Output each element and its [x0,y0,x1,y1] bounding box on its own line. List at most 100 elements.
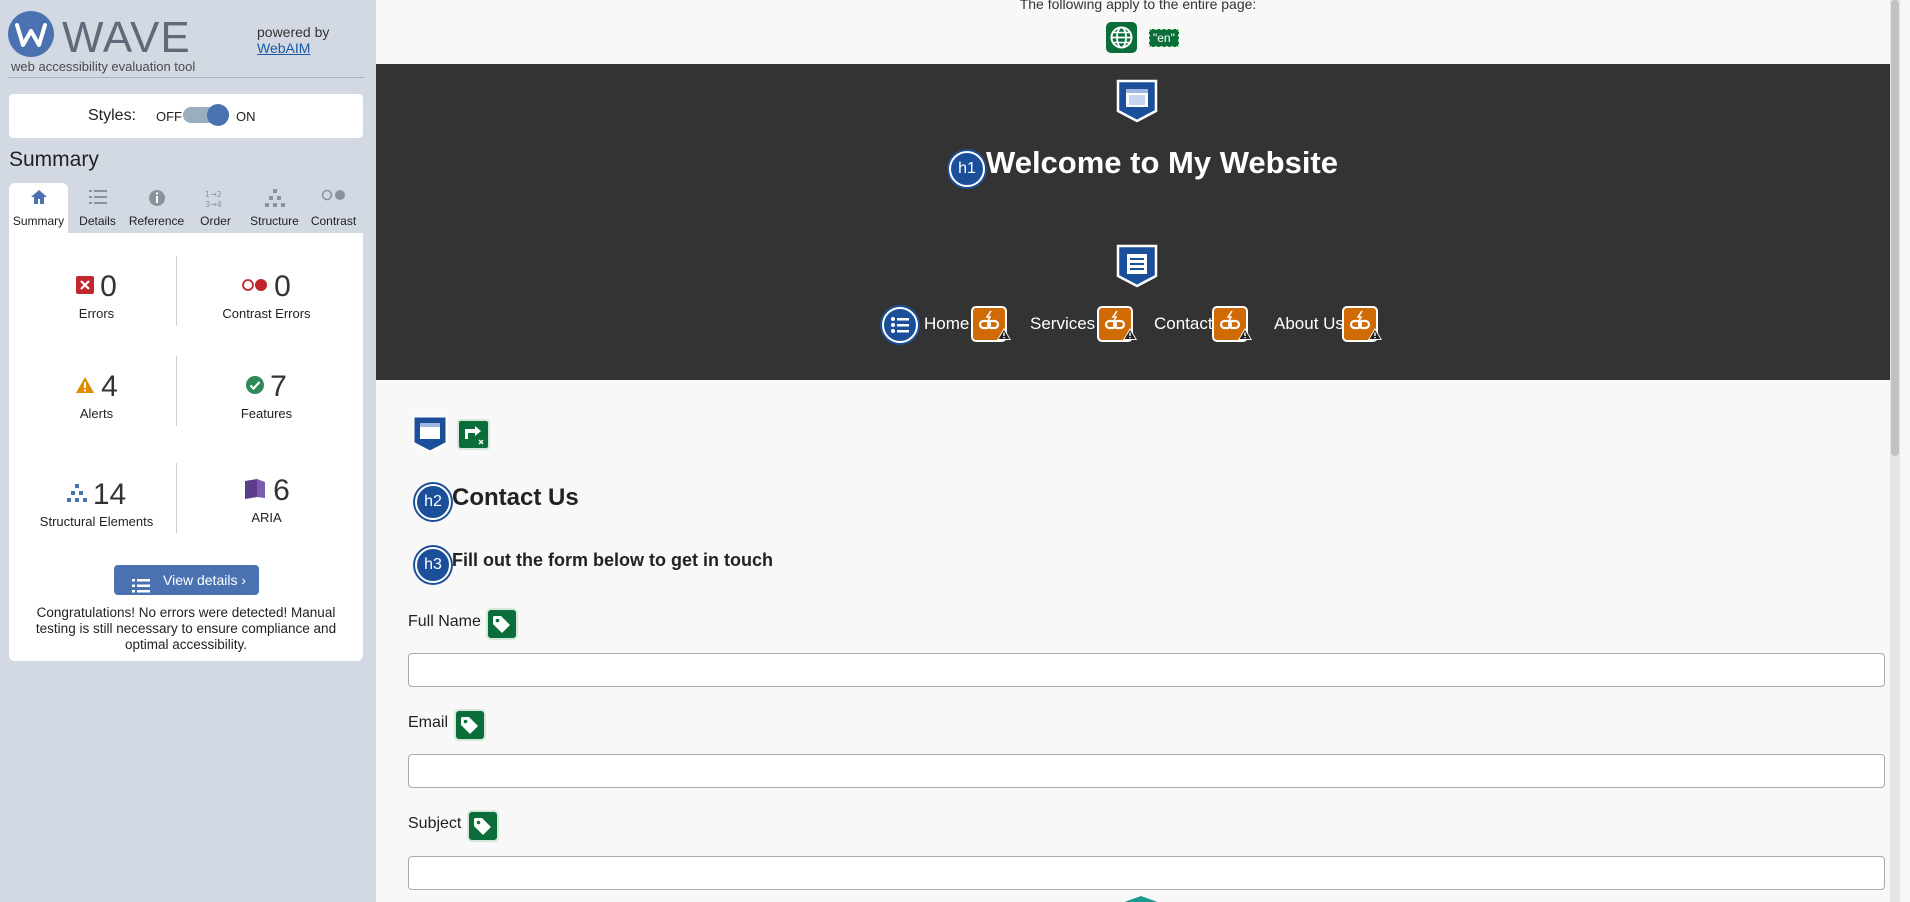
feature-icon [246,375,265,399]
view-details-button[interactable]: View details › [114,565,259,595]
features-label: Features [240,406,293,421]
partial-landmark-icon[interactable] [1116,893,1166,902]
tab-details[interactable]: Details [68,183,127,233]
order-icon: 1→2 3→4 [205,189,227,212]
tab-order[interactable]: 1→2 3→4 Order [186,183,245,233]
warning-icon [997,327,1011,345]
full-name-input[interactable] [408,653,1885,687]
wave-brand: WAVE web accessibility evaluation tool p… [8,8,366,78]
subject-label: Subject [408,815,462,832]
main-landmark-icon[interactable] [412,415,448,458]
page-title: Welcome to My Website [986,145,1338,180]
label-tag-icon[interactable] [486,608,518,640]
aria-icon [243,478,267,505]
home-icon [30,189,48,208]
webaim-link[interactable]: WebAIM [257,40,310,56]
nav-link-services[interactable]: Services [1030,314,1095,334]
contrast-errors-label: Contrast Errors [222,306,311,321]
contrast-icon [321,189,347,204]
label-tag-icon[interactable] [467,810,499,842]
warning-icon [1123,327,1137,345]
structural-count: 14 [92,478,127,511]
wave-sidebar: WAVE web accessibility evaluation tool p… [0,0,376,902]
svg-text:3→4: 3→4 [205,200,222,209]
h3-icon[interactable]: h3 [415,547,451,583]
wave-logo-text: WAVE [62,13,191,62]
full-name-label: Full Name [408,613,481,630]
redundant-link-icon[interactable] [1097,306,1137,342]
summary-panel: 0 Errors 0 Contrast Errors 4 Alerts 7 Fe… [9,233,363,661]
styles-toggle[interactable] [183,104,229,126]
contrast-errors-count: 0 [274,270,291,303]
label-tag-icon[interactable] [454,709,486,741]
structure-icon [264,189,285,210]
info-icon [148,189,166,210]
powered-by: powered by WebAIM [257,24,329,56]
toggle-knob[interactable] [207,104,229,126]
tab-label: Order [200,214,231,228]
tab-summary[interactable]: Summary [9,183,68,233]
redundant-link-icon[interactable] [1212,306,1252,342]
alerts-count: 4 [101,370,118,403]
tab-label: Details [79,214,116,228]
redundant-link-icon[interactable] [971,306,1011,342]
features-count: 7 [270,370,287,403]
errors-label: Errors [78,306,115,321]
wave-tagline: web accessibility evaluation tool [11,59,196,74]
styles-off-label: OFF [156,109,182,124]
list-icon [132,573,150,603]
warning-icon [1368,327,1382,345]
nav-link-about[interactable]: About Us [1274,314,1344,334]
email-input[interactable] [408,754,1885,788]
tab-structure[interactable]: Structure [245,183,304,233]
h1-icon[interactable]: h1 [949,151,985,187]
errors-count: 0 [100,270,117,303]
aria-count: 6 [273,474,290,507]
stat-features[interactable]: 7 Features [184,370,349,421]
summary-heading: Summary [9,148,99,171]
list-icon [88,189,107,208]
congrats-message: Congratulations! No errors were detected… [35,605,337,652]
stat-contrast-errors[interactable]: 0 Contrast Errors [184,270,349,321]
email-label: Email [408,714,449,731]
nav-link-home[interactable]: Home [924,314,969,334]
warning-icon [1238,327,1252,345]
aria-label: ARIA [251,510,282,525]
tab-label: Structure [250,214,299,228]
header-landmark-icon[interactable] [1116,79,1158,128]
stat-structural[interactable]: 14 Structural Elements [14,478,179,529]
navigation-landmark-icon[interactable] [1116,244,1158,293]
structure-icon [66,483,87,507]
svg-text:1→2: 1→2 [205,190,222,199]
structural-label: Structural Elements [39,514,154,529]
page-content: The following apply to the entire page: … [376,0,1900,902]
tab-reference[interactable]: Reference [127,183,186,233]
subject-input[interactable] [408,856,1885,890]
stat-aria[interactable]: 6 ARIA [184,474,349,525]
tab-label: Reference [128,214,185,228]
h2-icon[interactable]: h2 [415,484,451,520]
unordered-list-icon[interactable] [882,307,918,343]
language-tag[interactable]: "en" [1149,29,1179,47]
wave-logo-icon[interactable] [8,11,54,57]
powered-by-text: powered by [257,24,330,40]
page-level-note: The following apply to the entire page: [1019,0,1257,12]
nav-link-contact[interactable]: Contact [1154,314,1213,334]
tab-contrast[interactable]: Contrast [304,183,363,233]
skip-link-icon[interactable] [457,419,490,450]
styles-label: Styles: [88,107,137,124]
stat-alerts[interactable]: 4 Alerts [14,370,179,421]
styles-on-label: ON [236,109,256,124]
globe-icon[interactable] [1106,22,1137,53]
brand-divider [8,77,364,78]
stat-errors[interactable]: 0 Errors [14,270,179,321]
redundant-link-icon[interactable] [1342,306,1382,342]
scrollbar-thumb[interactable] [1891,0,1899,456]
error-icon [76,275,95,299]
site-header: h1 Welcome to My Website Home Services C… [376,64,1900,380]
alert-icon [75,376,95,399]
styles-toggle-box: Styles: OFF ON [9,94,363,138]
contrast-error-icon [242,278,268,297]
wave-tabs: Summary Details Reference 1→2 3→4 Order S… [9,183,363,233]
page-scrollbar[interactable] [1890,0,1900,902]
